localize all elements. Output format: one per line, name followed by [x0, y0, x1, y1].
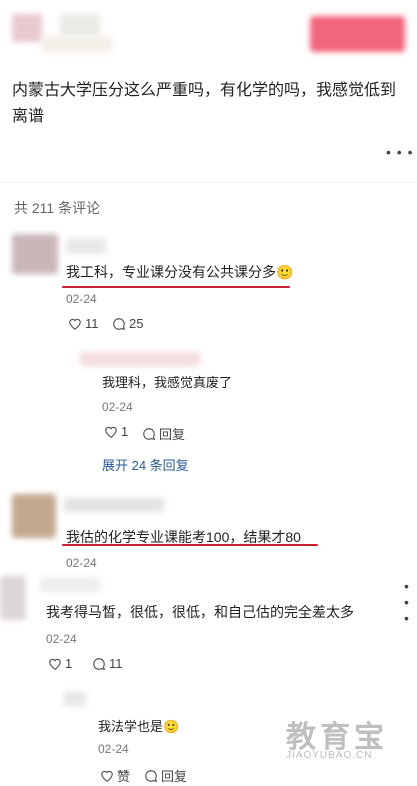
reply-text: 我理科，我感觉真废了: [102, 375, 233, 390]
heart-icon: [69, 318, 81, 330]
header-avatar: [12, 14, 42, 42]
highlight-underline: [62, 286, 290, 288]
header-username: [60, 14, 100, 36]
comment-icon: [145, 769, 158, 782]
username: [64, 498, 164, 512]
comment-text: 我考得马皙，很低，很低，和自己估的完全差太多: [46, 604, 354, 620]
comment-icon: [93, 657, 106, 670]
highlight-underline: [62, 544, 318, 546]
like-button[interactable]: 11: [68, 316, 99, 331]
reply-count: 25: [129, 316, 144, 331]
post-text: 内蒙古大学压分这么严重吗，有化学的吗，我感觉低到离谱: [12, 82, 397, 125]
reply-count: 11: [109, 656, 123, 671]
like-count: 1: [65, 656, 73, 671]
reply-button[interactable]: 25: [112, 316, 143, 331]
reply-date: 02-24: [98, 742, 129, 756]
like-count: 11: [85, 316, 99, 331]
avatar: [0, 576, 26, 620]
reply-label: 回复: [159, 427, 186, 442]
username: [66, 238, 106, 254]
comment-date: 02-24: [66, 292, 97, 306]
avatar: [12, 494, 56, 538]
reply-like-button[interactable]: 1: [104, 424, 128, 439]
reply-like-button[interactable]: 赞: [100, 766, 130, 785]
heart-icon: [49, 658, 61, 670]
reply-reply-button[interactable]: 回复: [142, 424, 185, 443]
like-label: 赞: [117, 769, 131, 784]
username: [40, 578, 100, 592]
reply-text: 我法学也是🙂: [98, 719, 180, 734]
like-button[interactable]: 1: [48, 656, 72, 671]
heart-icon: [101, 770, 113, 782]
heart-icon: [105, 426, 117, 438]
avatar: [12, 234, 58, 274]
reply-reply-button[interactable]: 回复: [144, 766, 187, 785]
reply-avatar: [80, 352, 200, 366]
post-more-button[interactable]: • • •: [386, 144, 413, 160]
comment-icon: [113, 317, 126, 330]
comment-date: 02-24: [46, 632, 77, 646]
watermark-url: JIAOYUBAO.CN: [286, 750, 373, 761]
header-meta: [42, 36, 112, 52]
reply-label: 回复: [161, 769, 188, 784]
reply-avatar: [64, 692, 86, 706]
comments-count: 共 211 条评论: [14, 200, 101, 216]
comment-date: 02-24: [66, 556, 97, 570]
reply-button[interactable]: 11: [92, 656, 123, 671]
comment-text: 我工科，专业课分没有公共课分多🙂: [66, 264, 294, 280]
follow-button[interactable]: [310, 16, 405, 52]
expand-replies-link[interactable]: 展开 24 条回复: [102, 455, 189, 474]
comment-more-button[interactable]: • • •: [404, 578, 417, 626]
reply-date: 02-24: [102, 400, 133, 414]
like-count: 1: [121, 424, 129, 439]
comment-icon: [143, 427, 156, 440]
divider: [0, 182, 417, 183]
